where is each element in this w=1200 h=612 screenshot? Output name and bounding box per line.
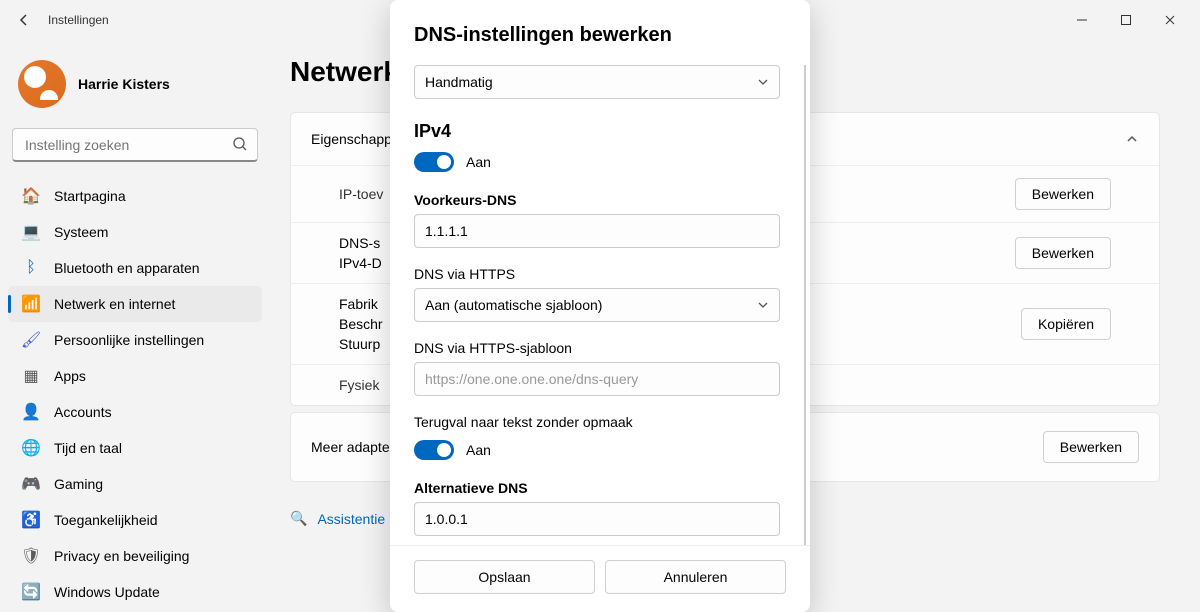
sidebar-item-persoonlijke-instellingen[interactable]: 🖌 Persoonlijke instellingen (8, 322, 262, 358)
modal-title: DNS-instellingen bewerken (390, 24, 810, 65)
nav-label: Apps (54, 368, 86, 384)
arrow-left-icon (16, 12, 32, 28)
nav-icon: 🛡 (22, 547, 40, 565)
ipv4-section-title: IPv4 (414, 121, 780, 142)
sidebar-item-toegankelijkheid[interactable]: ♿ Toegankelijkheid (8, 502, 262, 538)
nav-label: Windows Update (54, 584, 160, 600)
user-name: Harrie Kisters (78, 76, 170, 92)
nav-label: Startpagina (54, 188, 126, 204)
preferred-dns-label: Voorkeurs-DNS (414, 192, 780, 208)
dns-https-label: DNS via HTTPS (414, 266, 780, 282)
sidebar-item-privacy-en-beveiliging[interactable]: 🛡 Privacy en beveiliging (8, 538, 262, 574)
chevron-down-icon (757, 76, 769, 88)
nav-icon: 🖌 (22, 331, 40, 349)
help-icon: 🔍 (290, 510, 307, 527)
ip-edit-button[interactable]: Bewerken (1015, 178, 1111, 210)
nav-label: Tijd en taal (54, 440, 122, 456)
fallback-toggle[interactable] (414, 440, 454, 460)
nav-icon: 🌐 (22, 439, 40, 457)
search-icon (232, 136, 248, 152)
fallback-toggle-label: Aan (466, 442, 491, 458)
sidebar-item-systeem[interactable]: 💻 Systeem (8, 214, 262, 250)
search-input[interactable] (12, 128, 258, 162)
dns-https-dropdown[interactable]: Aan (automatische sjabloon) (414, 288, 780, 322)
nav-label: Persoonlijke instellingen (54, 332, 204, 348)
nav-icon: 📶 (22, 295, 40, 313)
template-input[interactable] (414, 362, 780, 396)
dns-edit-modal: DNS-instellingen bewerken Handmatig IPv4… (390, 0, 810, 612)
chevron-down-icon (757, 299, 769, 311)
sidebar-item-startpagina[interactable]: 🏠 Startpagina (8, 178, 262, 214)
sidebar-item-tijd-en-taal[interactable]: 🌐 Tijd en taal (8, 430, 262, 466)
nav-list: 🏠 Startpagina 💻 Systeem ᛒ Bluetooth en appara… (8, 178, 262, 610)
window-title: Instellingen (48, 13, 109, 27)
ipv4-toggle-label: Aan (466, 154, 491, 170)
sidebar-item-windows-update[interactable]: 🔄 Windows Update (8, 574, 262, 610)
close-button[interactable] (1148, 4, 1192, 36)
back-button[interactable] (8, 4, 40, 36)
template-label: DNS via HTTPS-sjabloon (414, 340, 780, 356)
mode-dropdown[interactable]: Handmatig (414, 65, 780, 99)
nav-label: Privacy en beveiliging (54, 548, 189, 564)
sidebar-item-accounts[interactable]: 👤 Accounts (8, 394, 262, 430)
cancel-button[interactable]: Annuleren (605, 560, 786, 594)
sidebar-item-netwerk-en-internet[interactable]: 📶 Netwerk en internet (8, 286, 262, 322)
nav-icon: 🏠 (22, 187, 40, 205)
save-button[interactable]: Opslaan (414, 560, 595, 594)
copy-button[interactable]: Kopiëren (1021, 308, 1111, 340)
nav-icon: 👤 (22, 403, 40, 421)
sidebar-item-bluetooth-en-apparaten[interactable]: ᛒ Bluetooth en apparaten (8, 250, 262, 286)
nav-icon: 🎮 (22, 475, 40, 493)
nav-label: Gaming (54, 476, 103, 492)
nav-icon: ♿ (22, 511, 40, 529)
nav-label: Netwerk en internet (54, 296, 175, 312)
sidebar: Harrie Kisters 🏠 Startpagina 💻 Systeem ᛒ Blue… (0, 40, 270, 612)
more-edit-button[interactable]: Bewerken (1043, 431, 1139, 463)
nav-label: Bluetooth en apparaten (54, 260, 200, 276)
chevron-up-icon (1125, 132, 1139, 146)
preferred-dns-input[interactable] (414, 214, 780, 248)
nav-label: Accounts (54, 404, 112, 420)
nav-icon: 🔄 (22, 583, 40, 601)
nav-icon: ᛒ (22, 259, 40, 277)
alt-dns-label: Alternatieve DNS (414, 480, 780, 496)
nav-icon: ▦ (22, 367, 40, 385)
nav-label: Toegankelijkheid (54, 512, 158, 528)
search-box (12, 128, 258, 162)
nav-icon: 💻 (22, 223, 40, 241)
maximize-button[interactable] (1104, 4, 1148, 36)
minimize-button[interactable] (1060, 4, 1104, 36)
avatar (18, 60, 66, 108)
ipv4-toggle[interactable] (414, 152, 454, 172)
nav-label: Systeem (54, 224, 108, 240)
sidebar-item-apps[interactable]: ▦ Apps (8, 358, 262, 394)
user-block[interactable]: Harrie Kisters (8, 48, 262, 128)
alt-dns-input[interactable] (414, 502, 780, 536)
fallback-label: Terugval naar tekst zonder opmaak (414, 414, 780, 430)
dns-edit-button[interactable]: Bewerken (1015, 237, 1111, 269)
sidebar-item-gaming[interactable]: 🎮 Gaming (8, 466, 262, 502)
